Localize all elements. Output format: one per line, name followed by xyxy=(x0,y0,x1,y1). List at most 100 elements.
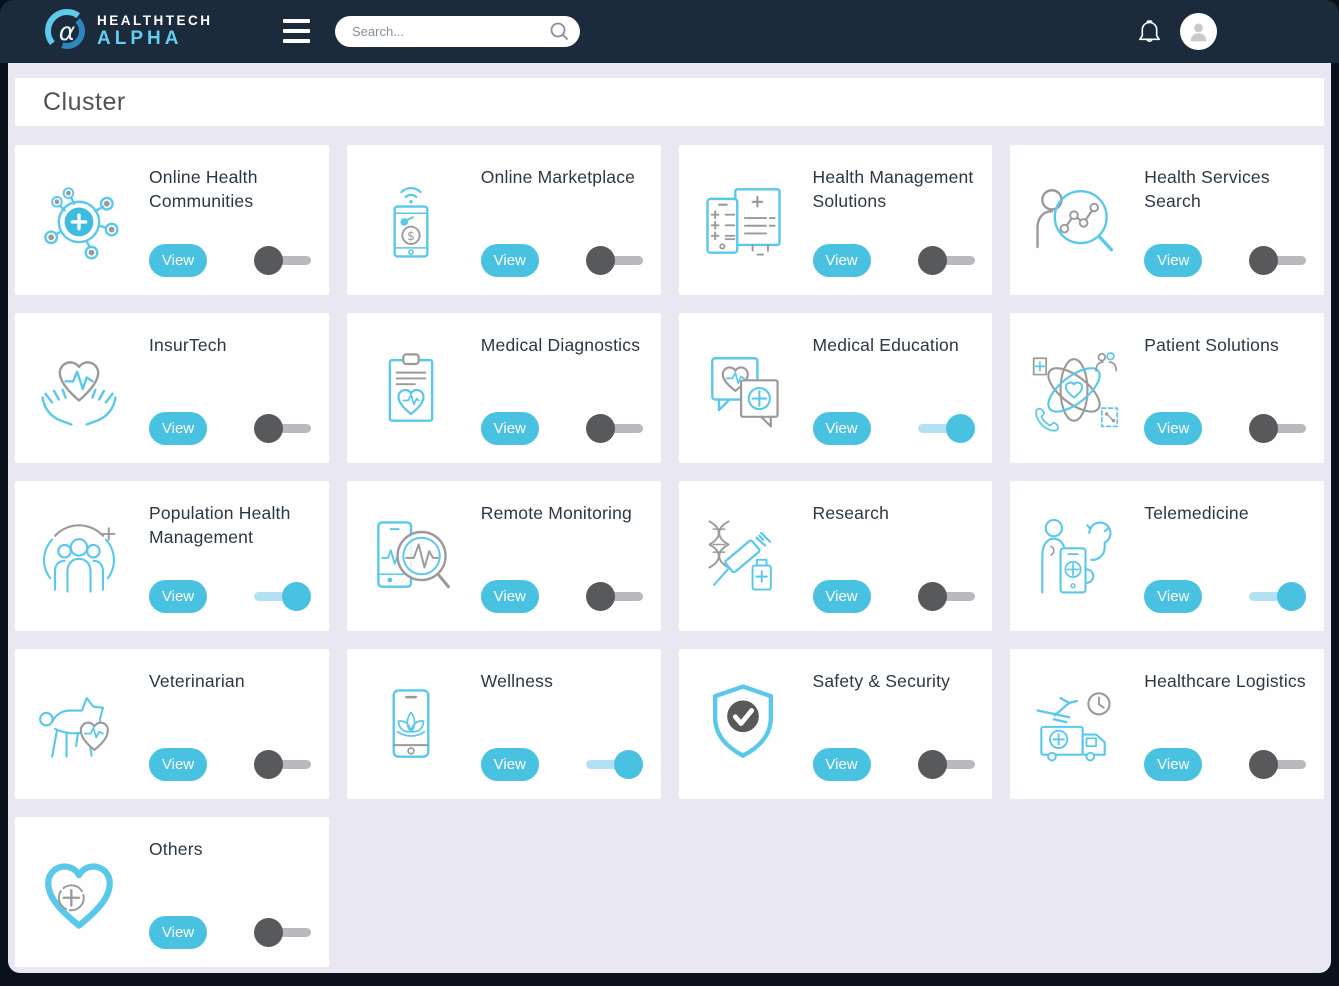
toggle-knob xyxy=(254,918,283,947)
view-button[interactable]: View xyxy=(812,244,871,277)
health-services-search-icon xyxy=(1010,145,1138,295)
card-title: Population Health Management xyxy=(149,503,291,548)
toggle-knob xyxy=(1249,246,1279,275)
view-button[interactable]: View xyxy=(1144,580,1203,613)
toggle-knob xyxy=(254,414,283,443)
user-avatar[interactable] xyxy=(1180,13,1217,50)
card-toggle[interactable] xyxy=(917,414,975,443)
card-toggle[interactable] xyxy=(1249,414,1307,443)
online-marketplace-icon: $ xyxy=(347,145,475,295)
card-toggle[interactable] xyxy=(1249,582,1307,611)
healthcare-logistics-icon xyxy=(1010,649,1138,799)
toggle-knob xyxy=(254,246,283,275)
card-toggle[interactable] xyxy=(1249,750,1307,779)
view-button[interactable]: View xyxy=(812,412,871,445)
card-toggle[interactable] xyxy=(254,918,311,947)
card-title: Medical Diagnostics xyxy=(480,335,641,355)
toggle-knob xyxy=(585,414,615,443)
view-button[interactable]: View xyxy=(149,412,207,445)
view-button[interactable]: View xyxy=(812,748,871,781)
cluster-card: Research View xyxy=(678,481,993,631)
research-icon xyxy=(679,481,807,631)
cluster-card: Safety & Security View xyxy=(678,649,993,799)
view-button[interactable]: View xyxy=(1144,412,1203,445)
view-button[interactable]: View xyxy=(480,244,539,277)
card-toggle[interactable] xyxy=(254,582,311,611)
toggle-knob xyxy=(282,582,311,611)
card-toggle[interactable] xyxy=(254,750,311,779)
view-button[interactable]: View xyxy=(812,580,871,613)
card-title: Research xyxy=(812,503,889,523)
cluster-card: Others View xyxy=(15,817,329,967)
veterinarian-icon xyxy=(15,649,143,799)
medical-diagnostics-icon xyxy=(347,313,475,463)
main-content: Cluster Online Health Communities View $ xyxy=(8,63,1331,973)
hamburger-icon[interactable] xyxy=(283,19,310,43)
search-input[interactable] xyxy=(335,16,580,47)
view-button[interactable]: View xyxy=(149,244,207,277)
card-title: InsurTech xyxy=(149,335,227,355)
wellness-icon xyxy=(347,649,475,799)
brand-name-bottom: ALPHA xyxy=(97,28,183,50)
others-icon xyxy=(15,817,143,967)
view-button[interactable]: View xyxy=(480,748,539,781)
cluster-card: Online Health Communities View xyxy=(15,145,329,295)
card-title: Others xyxy=(149,839,203,859)
card-title: Wellness xyxy=(480,671,554,691)
toggle-knob xyxy=(254,750,283,779)
cluster-card: Wellness View xyxy=(346,649,661,799)
telemedicine-icon xyxy=(1010,481,1138,631)
population-health-management-icon xyxy=(15,481,143,631)
card-toggle[interactable] xyxy=(917,582,975,611)
cluster-card: Medical Diagnostics View xyxy=(346,313,661,463)
brand-logo[interactable]: α HEALTHTECH ALPHA xyxy=(44,8,213,54)
card-toggle[interactable] xyxy=(585,750,643,779)
page-title-bar: Cluster xyxy=(15,78,1324,126)
card-title: Safety & Security xyxy=(812,671,951,691)
alpha-logo-icon: α xyxy=(44,8,90,54)
bell-icon[interactable] xyxy=(1136,18,1163,46)
svg-text:α: α xyxy=(59,17,76,46)
cluster-card: InsurTech View xyxy=(15,313,329,463)
card-title: Veterinarian xyxy=(149,671,245,691)
view-button[interactable]: View xyxy=(149,580,207,613)
card-title: Online Marketplace xyxy=(480,167,636,187)
view-button[interactable]: View xyxy=(480,412,539,445)
insurtech-icon xyxy=(15,313,143,463)
card-toggle[interactable] xyxy=(585,414,643,443)
cluster-card: $ Online Marketplace View xyxy=(346,145,661,295)
remote-monitoring-icon xyxy=(347,481,475,631)
page-title: Cluster xyxy=(43,87,126,116)
card-title: Healthcare Logistics xyxy=(1144,671,1306,691)
svg-text:$: $ xyxy=(407,228,415,243)
cluster-card: Remote Monitoring View xyxy=(346,481,661,631)
toggle-knob xyxy=(917,582,947,611)
card-toggle[interactable] xyxy=(254,414,311,443)
card-toggle[interactable] xyxy=(1249,246,1307,275)
cluster-card: Health Management Solutions View xyxy=(678,145,993,295)
cluster-card: Health Services Search View xyxy=(1010,145,1324,295)
view-button[interactable]: View xyxy=(480,580,539,613)
cluster-card: Veterinarian View xyxy=(15,649,329,799)
toggle-knob xyxy=(945,414,975,443)
card-toggle[interactable] xyxy=(917,750,975,779)
cluster-card: Healthcare Logistics View xyxy=(1010,649,1324,799)
card-toggle[interactable] xyxy=(585,582,643,611)
card-title: Telemedicine xyxy=(1144,503,1249,523)
toggle-knob xyxy=(585,582,615,611)
online-health-communities-icon xyxy=(15,145,143,295)
view-button[interactable]: View xyxy=(149,916,207,949)
card-toggle[interactable] xyxy=(254,246,311,275)
cluster-card: Telemedicine View xyxy=(1010,481,1324,631)
view-button[interactable]: View xyxy=(1144,748,1203,781)
view-button[interactable]: View xyxy=(1144,244,1203,277)
cluster-card-grid: Online Health Communities View $ Online … xyxy=(15,145,1324,967)
cluster-card: Population Health Management View xyxy=(15,481,329,631)
cluster-card: Patient Solutions View xyxy=(1010,313,1324,463)
card-toggle[interactable] xyxy=(585,246,643,275)
view-button[interactable]: View xyxy=(149,748,207,781)
toggle-knob xyxy=(1277,582,1307,611)
safety-security-icon xyxy=(679,649,807,799)
card-title: Patient Solutions xyxy=(1144,335,1279,355)
card-toggle[interactable] xyxy=(917,246,975,275)
